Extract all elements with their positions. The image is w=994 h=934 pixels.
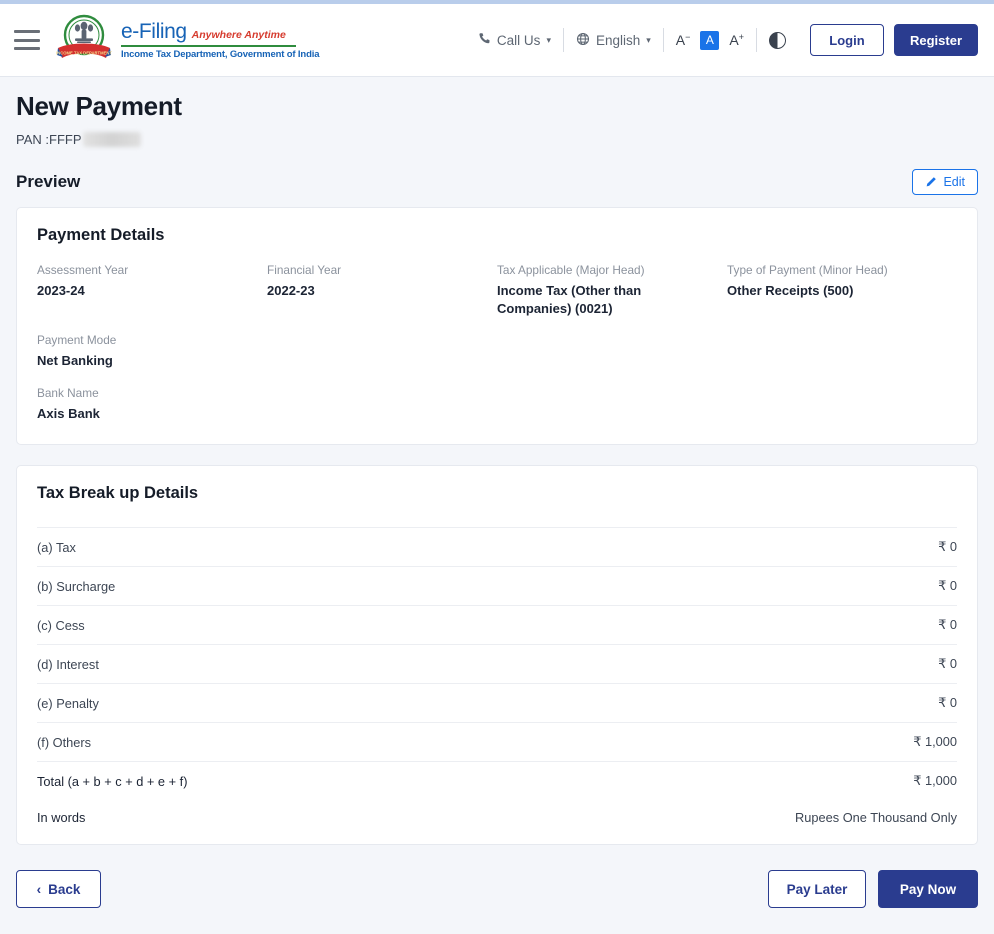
back-button[interactable]: ‹ Back — [16, 870, 101, 909]
field-label: Assessment Year — [37, 263, 129, 277]
tax-breakup-table: (a) Tax ₹ 0 (b) Surcharge ₹ 0 (c) Cess ₹… — [17, 503, 977, 844]
row-amount: ₹ 0 — [938, 617, 957, 633]
svg-text:INCOME TAX DEPARTMENT: INCOME TAX DEPARTMENT — [56, 51, 112, 56]
tax-breakup-card: Tax Break up Details (a) Tax ₹ 0 (b) Sur… — [16, 465, 978, 846]
call-us-dropdown[interactable]: Call Us ▾ — [466, 32, 563, 48]
edit-button[interactable]: Edit — [912, 169, 978, 195]
tax-breakup-title: Tax Break up Details — [37, 484, 199, 503]
row-label: (a) Tax — [37, 539, 76, 555]
brand-department: Income Tax Department, Government of Ind… — [121, 49, 320, 60]
row-amount: ₹ 0 — [938, 578, 957, 594]
total-amount: ₹ 1,000 — [913, 773, 957, 789]
row-label: (d) Interest — [37, 656, 99, 672]
brand-tagline: Anywhere Anytime — [191, 29, 286, 41]
pencil-icon — [925, 176, 937, 188]
pay-later-button[interactable]: Pay Later — [768, 870, 866, 909]
brand-logo[interactable]: सत्यमेव INCOME TAX DEPARTMENT e-Filing A… — [56, 14, 319, 66]
field-financial-year: Financial Year 2022-23 — [267, 263, 497, 317]
row-amount: ₹ 0 — [938, 656, 957, 672]
language-dropdown[interactable]: English ▾ — [564, 32, 663, 49]
field-value: 2022-23 — [267, 283, 315, 298]
page-content: New Payment PAN : FFFP Preview Edit Paym… — [0, 77, 994, 928]
back-label: Back — [48, 881, 81, 897]
brand-divider-rule — [121, 45, 296, 47]
pan-label: PAN : — [16, 132, 49, 147]
brand-title: e-Filing — [121, 20, 187, 43]
preview-label: Preview — [16, 172, 81, 191]
in-words-label: In words — [37, 809, 86, 825]
field-value: Income Tax (Other than Companies) (0021) — [497, 283, 642, 316]
footer-actions: ‹ Back Pay Later Pay Now — [16, 870, 978, 928]
site-header: सत्यमेव INCOME TAX DEPARTMENT e-Filing A… — [0, 4, 994, 77]
font-increase-button[interactable]: A + — [729, 33, 744, 48]
table-row-total: Total (a + b + c + d + e + f) ₹ 1,000 — [37, 761, 957, 800]
field-label: Tax Applicable (Major Head) — [497, 263, 645, 277]
header-controls: Call Us ▾ English ▾ A − A A + Login Regi… — [466, 24, 978, 56]
login-button[interactable]: Login — [810, 24, 884, 56]
field-label: Bank Name — [37, 385, 99, 400]
table-row: (b) Surcharge ₹ 0 — [37, 566, 957, 605]
row-label: (e) Penalty — [37, 695, 99, 711]
table-row: (c) Cess ₹ 0 — [37, 605, 957, 644]
row-label: (f) Others — [37, 734, 92, 750]
table-row: (e) Penalty ₹ 0 — [37, 683, 957, 722]
row-amount: ₹ 1,000 — [913, 734, 957, 750]
india-national-emblem-icon: सत्यमेव INCOME TAX DEPARTMENT — [56, 14, 112, 66]
field-value: Other Receipts (500) — [727, 283, 854, 298]
field-bank-name: Bank Name Axis Bank — [37, 386, 267, 423]
font-normal-button[interactable]: A — [700, 30, 720, 50]
table-row-in-words: In words Rupees One Thousand Only — [37, 800, 957, 834]
row-label: (c) Cess — [37, 617, 85, 633]
field-value: Net Banking — [37, 353, 113, 369]
register-button[interactable]: Register — [894, 24, 978, 56]
table-row: (d) Interest ₹ 0 — [37, 644, 957, 683]
chevron-left-icon: ‹ — [36, 881, 42, 897]
total-label: Total (a + b + c + d + e + f) — [37, 773, 188, 789]
call-us-label: Call Us — [496, 32, 541, 48]
table-row: (f) Others ₹ 1,000 — [37, 722, 957, 761]
payment-details-title: Payment Details — [37, 226, 165, 244]
field-assessment-year: Assessment Year 2023-24 — [37, 263, 267, 317]
phone-icon — [478, 32, 491, 48]
row-amount: ₹ 0 — [938, 539, 957, 555]
field-value: Axis Bank — [37, 405, 100, 421]
in-words-value: Rupees One Thousand Only — [795, 809, 957, 825]
row-label: (b) Surcharge — [37, 578, 116, 594]
field-label: Financial Year — [267, 263, 342, 277]
language-label: English — [595, 32, 641, 48]
field-label: Type of Payment (Minor Head) — [727, 263, 888, 277]
globe-icon — [576, 32, 590, 49]
field-payment-mode: Payment Mode Net Banking — [37, 333, 267, 370]
field-tax-applicable: Tax Applicable (Major Head) Income Tax (… — [497, 263, 727, 317]
font-size-controls: A − A A + — [664, 30, 756, 50]
preview-header-row: Preview Edit — [16, 169, 978, 195]
chevron-down-icon: ▾ — [646, 34, 651, 45]
contrast-icon[interactable] — [769, 31, 786, 49]
chevron-down-icon: ▾ — [546, 34, 551, 45]
hamburger-menu-icon[interactable] — [14, 30, 40, 50]
table-row: (a) Tax ₹ 0 — [37, 527, 957, 566]
field-value: 2023-24 — [37, 283, 85, 298]
page-title: New Payment — [16, 91, 182, 121]
edit-label: Edit — [943, 175, 965, 189]
pan-masked-region — [82, 132, 141, 147]
pan-row: PAN : FFFP — [16, 132, 978, 147]
field-type-of-payment: Type of Payment (Minor Head) Other Recei… — [727, 263, 957, 317]
payment-details-card: Payment Details Assessment Year 2023-24 … — [16, 207, 978, 446]
field-label: Payment Mode — [37, 333, 117, 348]
font-decrease-button[interactable]: A − — [676, 33, 691, 48]
pay-now-button[interactable]: Pay Now — [878, 870, 978, 909]
pan-value: FFFP — [49, 132, 82, 147]
payment-details-grid: Assessment Year 2023-24 Financial Year 2… — [17, 245, 977, 444]
row-amount: ₹ 0 — [938, 695, 957, 711]
